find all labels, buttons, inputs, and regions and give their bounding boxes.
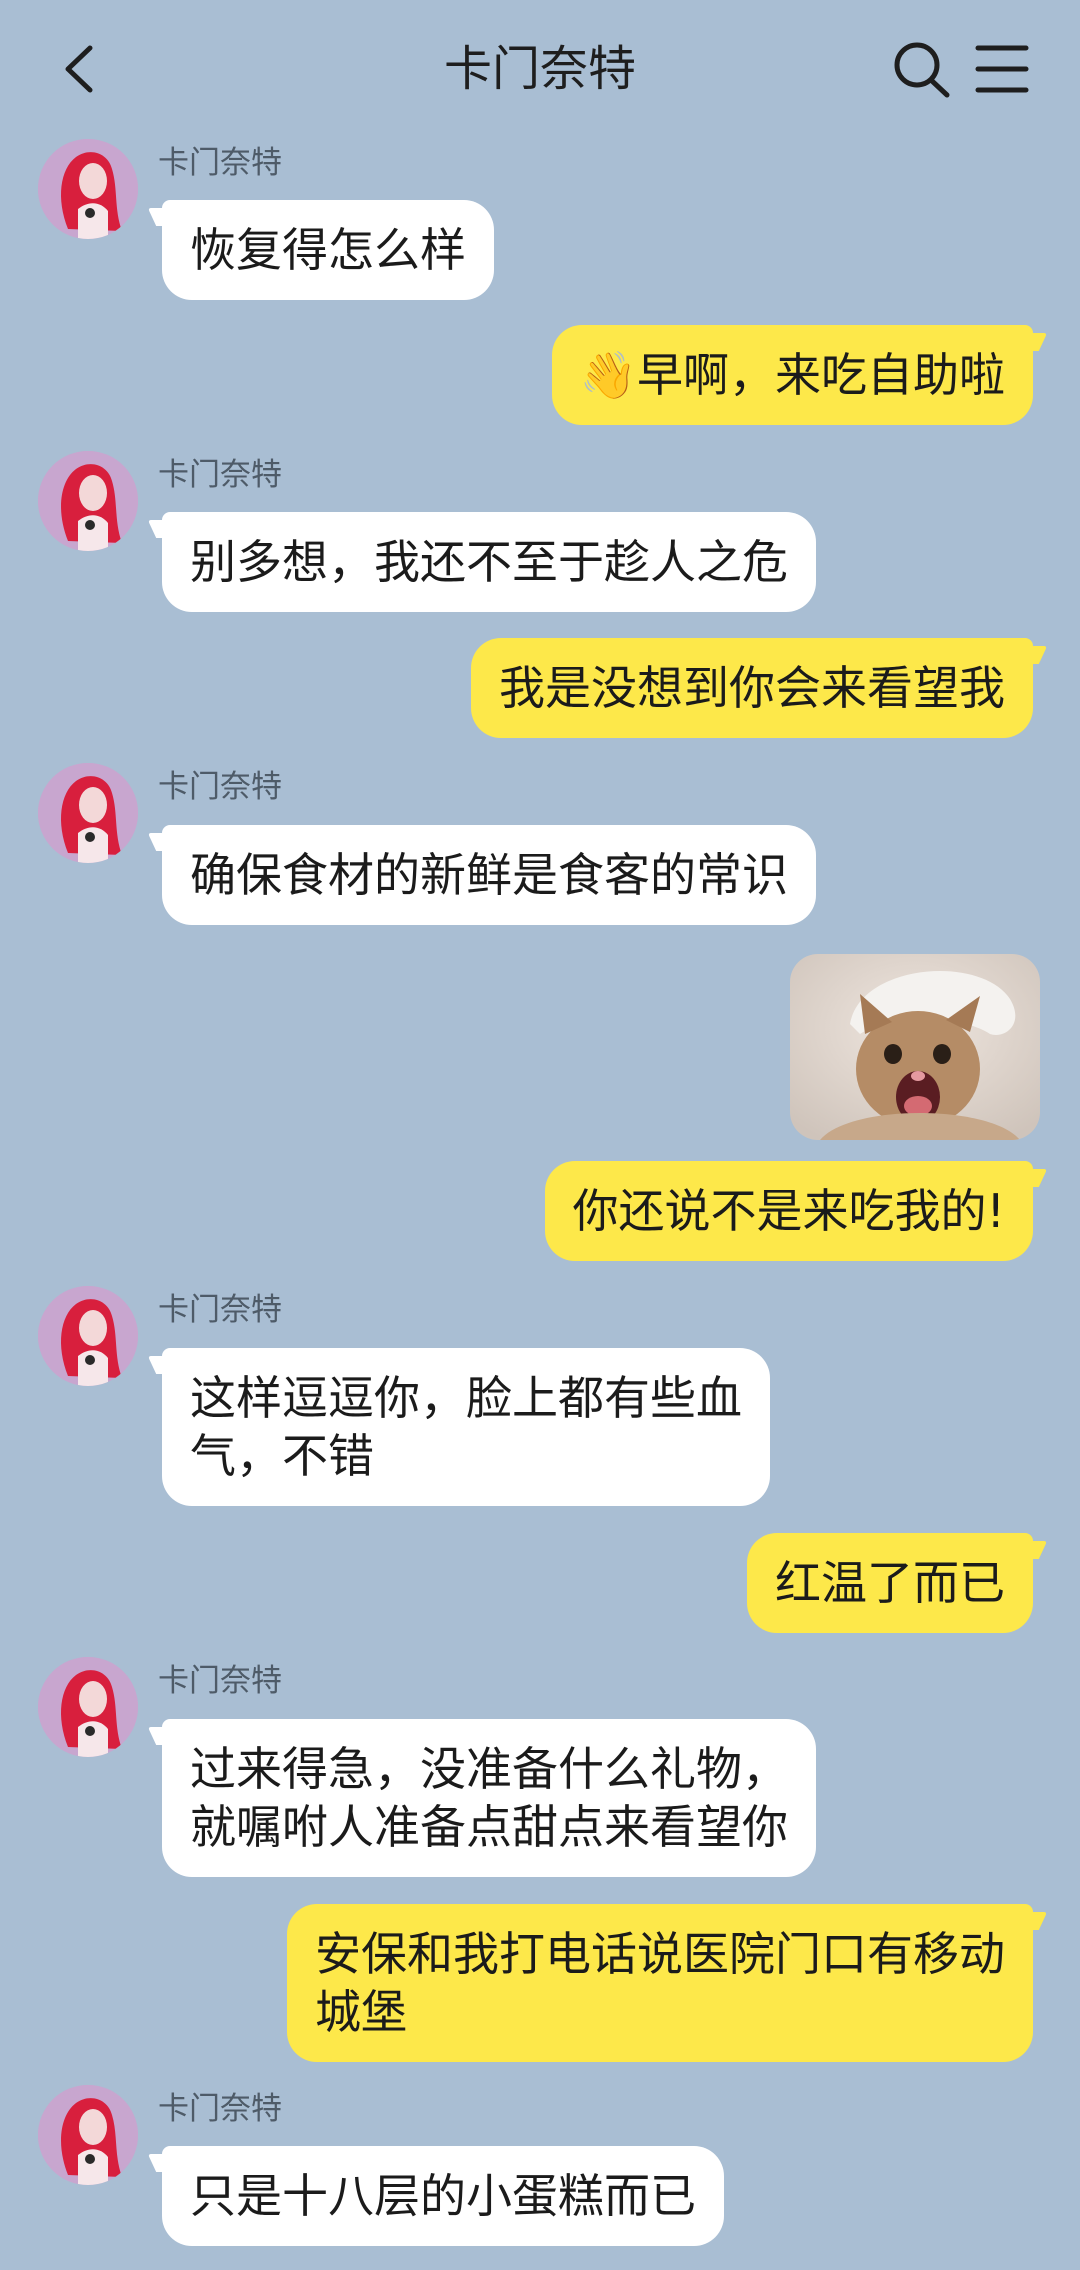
- outgoing-message-bubble[interactable]: 安保和我打电话说医院门口有移动 城堡: [287, 1904, 1033, 2062]
- outgoing-message-bubble[interactable]: 我是没想到你会来看望我: [471, 638, 1033, 738]
- outgoing-message-bubble[interactable]: 👋早啊，来吃自助啦: [551, 325, 1033, 425]
- character-avatar-icon: [38, 1286, 138, 1386]
- avatar[interactable]: [38, 2085, 138, 2185]
- hamburger-menu-icon: [975, 45, 1029, 93]
- sender-name: 卡门奈特: [158, 2091, 282, 2127]
- waving-hand-emoji: 👋: [579, 348, 637, 402]
- character-avatar-icon: [38, 139, 138, 239]
- menu-button[interactable]: [972, 40, 1032, 100]
- incoming-message-bubble[interactable]: 这样逗逗你，脸上都有些血 气，不错: [162, 1348, 770, 1506]
- sender-name: 卡门奈特: [158, 457, 282, 493]
- search-button[interactable]: [892, 38, 952, 98]
- outgoing-message-bubble[interactable]: 你还说不是来吃我的!: [544, 1161, 1033, 1261]
- sender-name: 卡门奈特: [158, 769, 282, 805]
- outgoing-message-bubble[interactable]: 红温了而已: [747, 1533, 1033, 1633]
- sender-name: 卡门奈特: [158, 145, 282, 181]
- message-text: 早啊，来吃自助啦: [637, 348, 1005, 402]
- avatar[interactable]: [38, 763, 138, 863]
- avatar[interactable]: [38, 451, 138, 551]
- avatar[interactable]: [38, 1657, 138, 1757]
- avatar[interactable]: [38, 1286, 138, 1386]
- character-avatar-icon: [38, 451, 138, 551]
- incoming-message-bubble[interactable]: 过来得急，没准备什么礼物， 就嘱咐人准备点甜点来看望你: [162, 1719, 816, 1877]
- character-avatar-icon: [38, 2085, 138, 2185]
- avatar[interactable]: [38, 139, 138, 239]
- incoming-message-bubble[interactable]: 确保食材的新鲜是食客的常识: [162, 825, 816, 925]
- sender-name: 卡门奈特: [158, 1663, 282, 1699]
- search-icon: [894, 42, 950, 98]
- incoming-message-bubble[interactable]: 恢复得怎么样: [162, 200, 494, 300]
- character-avatar-icon: [38, 763, 138, 863]
- chat-header: 卡门奈特: [0, 0, 1080, 135]
- incoming-message-bubble[interactable]: 别多想，我还不至于趁人之危: [162, 512, 816, 612]
- incoming-message-bubble[interactable]: 只是十八层的小蛋糕而已: [162, 2146, 724, 2246]
- sticker-image[interactable]: [790, 954, 1040, 1140]
- sender-name: 卡门奈特: [158, 1292, 282, 1328]
- screaming-kitten-sticker-icon: [790, 954, 1040, 1140]
- character-avatar-icon: [38, 1657, 138, 1757]
